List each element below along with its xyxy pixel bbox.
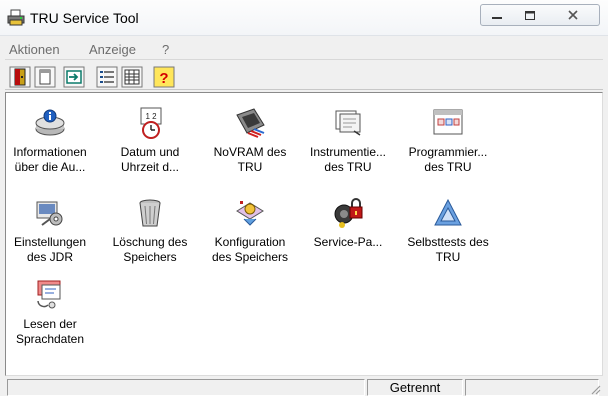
maximize-button[interactable] bbox=[513, 4, 547, 26]
item-loeschung[interactable]: Löschung des Speichers bbox=[98, 197, 202, 285]
service-lock-icon bbox=[334, 198, 363, 228]
item-label: Programmier... bbox=[408, 145, 488, 159]
item-label: über die Au... bbox=[14, 160, 86, 174]
item-label: Uhrzeit d... bbox=[120, 160, 180, 174]
item-instrumentierung[interactable]: Instrumentie... des TRU bbox=[296, 107, 400, 195]
maximize-icon bbox=[524, 10, 535, 20]
calendar-clock-icon: 1 2 bbox=[140, 107, 162, 139]
svg-text:1 2: 1 2 bbox=[145, 112, 157, 121]
calendar-schedule-icon bbox=[433, 109, 463, 135]
item-konfiguration[interactable]: Konfiguration des Speichers bbox=[198, 197, 302, 285]
item-einstellungen[interactable]: Einstellungen des JDR bbox=[0, 197, 102, 285]
status-panel-extra bbox=[465, 379, 599, 396]
list-view-icon[interactable] bbox=[96, 66, 118, 88]
help-icon[interactable]: ? bbox=[153, 66, 175, 88]
item-label: TRU bbox=[435, 250, 461, 264]
item-informationen[interactable]: Informationen über die Au... bbox=[0, 107, 102, 195]
resize-grip-icon[interactable] bbox=[589, 383, 601, 395]
menu-help[interactable]: ? bbox=[162, 42, 169, 57]
forward-arrow-icon[interactable] bbox=[63, 66, 85, 88]
close-button[interactable] bbox=[546, 4, 600, 26]
item-label: Sprachdaten bbox=[15, 332, 85, 346]
app-window: TRU Service Tool Aktionen Anzeige ? ? In… bbox=[0, 0, 608, 396]
item-label: des Speichers bbox=[211, 250, 289, 264]
toolbar: ? bbox=[5, 62, 603, 90]
item-label: Datum und bbox=[120, 145, 180, 159]
item-label: Informationen bbox=[13, 145, 87, 159]
close-icon bbox=[567, 10, 578, 20]
memory-chip-icon bbox=[236, 108, 265, 138]
item-label: TRU bbox=[237, 160, 263, 174]
minimize-button[interactable] bbox=[480, 4, 514, 26]
window-title: TRU Service Tool bbox=[30, 10, 139, 26]
status-connection: Getrennt bbox=[367, 379, 463, 396]
trash-bin-icon bbox=[139, 199, 161, 227]
item-label: Speichers bbox=[123, 250, 177, 264]
menu-anzeige[interactable]: Anzeige bbox=[89, 42, 136, 57]
item-label: NoVRAM des bbox=[213, 145, 287, 159]
settings-tools-icon bbox=[36, 201, 63, 226]
speech-data-icon bbox=[37, 280, 61, 309]
minimize-icon bbox=[492, 17, 502, 19]
item-label: Einstellungen bbox=[13, 235, 87, 249]
item-datum-uhrzeit[interactable]: 1 2 Datum und Uhrzeit d... bbox=[98, 107, 202, 195]
details-view-icon[interactable] bbox=[121, 66, 143, 88]
item-label: Selbsttests des bbox=[407, 235, 489, 249]
item-selbsttests[interactable]: Selbsttests des TRU bbox=[396, 197, 500, 285]
printer-icon bbox=[7, 9, 25, 26]
info-disk-icon bbox=[35, 109, 65, 136]
item-service-passwort[interactable]: Service-Pa... bbox=[296, 197, 400, 285]
item-label: Konfiguration bbox=[214, 235, 286, 249]
item-sprachdaten[interactable]: Lesen der Sprachdaten bbox=[0, 279, 102, 367]
item-label: des TRU bbox=[424, 160, 472, 174]
triangle-test-icon bbox=[434, 198, 462, 226]
icon-view: Informationen über die Au... 1 2 Datum un… bbox=[5, 92, 603, 376]
svg-text:?: ? bbox=[159, 70, 168, 87]
status-bar: Getrennt bbox=[5, 378, 603, 396]
item-label: des TRU bbox=[324, 160, 372, 174]
item-label: Instrumentie... bbox=[309, 145, 387, 159]
window-view-icon[interactable] bbox=[34, 66, 56, 88]
item-label: Service-Pa... bbox=[313, 235, 383, 249]
instrumentation-icon bbox=[335, 110, 361, 136]
memory-config-icon bbox=[236, 201, 264, 226]
item-label: Löschung des bbox=[112, 235, 188, 249]
item-label: des JDR bbox=[26, 250, 73, 264]
exit-door-icon[interactable] bbox=[9, 66, 31, 88]
item-label: Lesen der bbox=[23, 317, 77, 331]
item-novram[interactable]: NoVRAM des TRU bbox=[198, 107, 302, 195]
menu-aktionen[interactable]: Aktionen bbox=[9, 42, 60, 57]
status-panel-main bbox=[7, 379, 365, 396]
title-bar[interactable]: TRU Service Tool bbox=[0, 0, 608, 36]
item-programmierung[interactable]: Programmier... des TRU bbox=[396, 107, 500, 195]
menu-bar: Aktionen Anzeige ? bbox=[5, 38, 603, 60]
